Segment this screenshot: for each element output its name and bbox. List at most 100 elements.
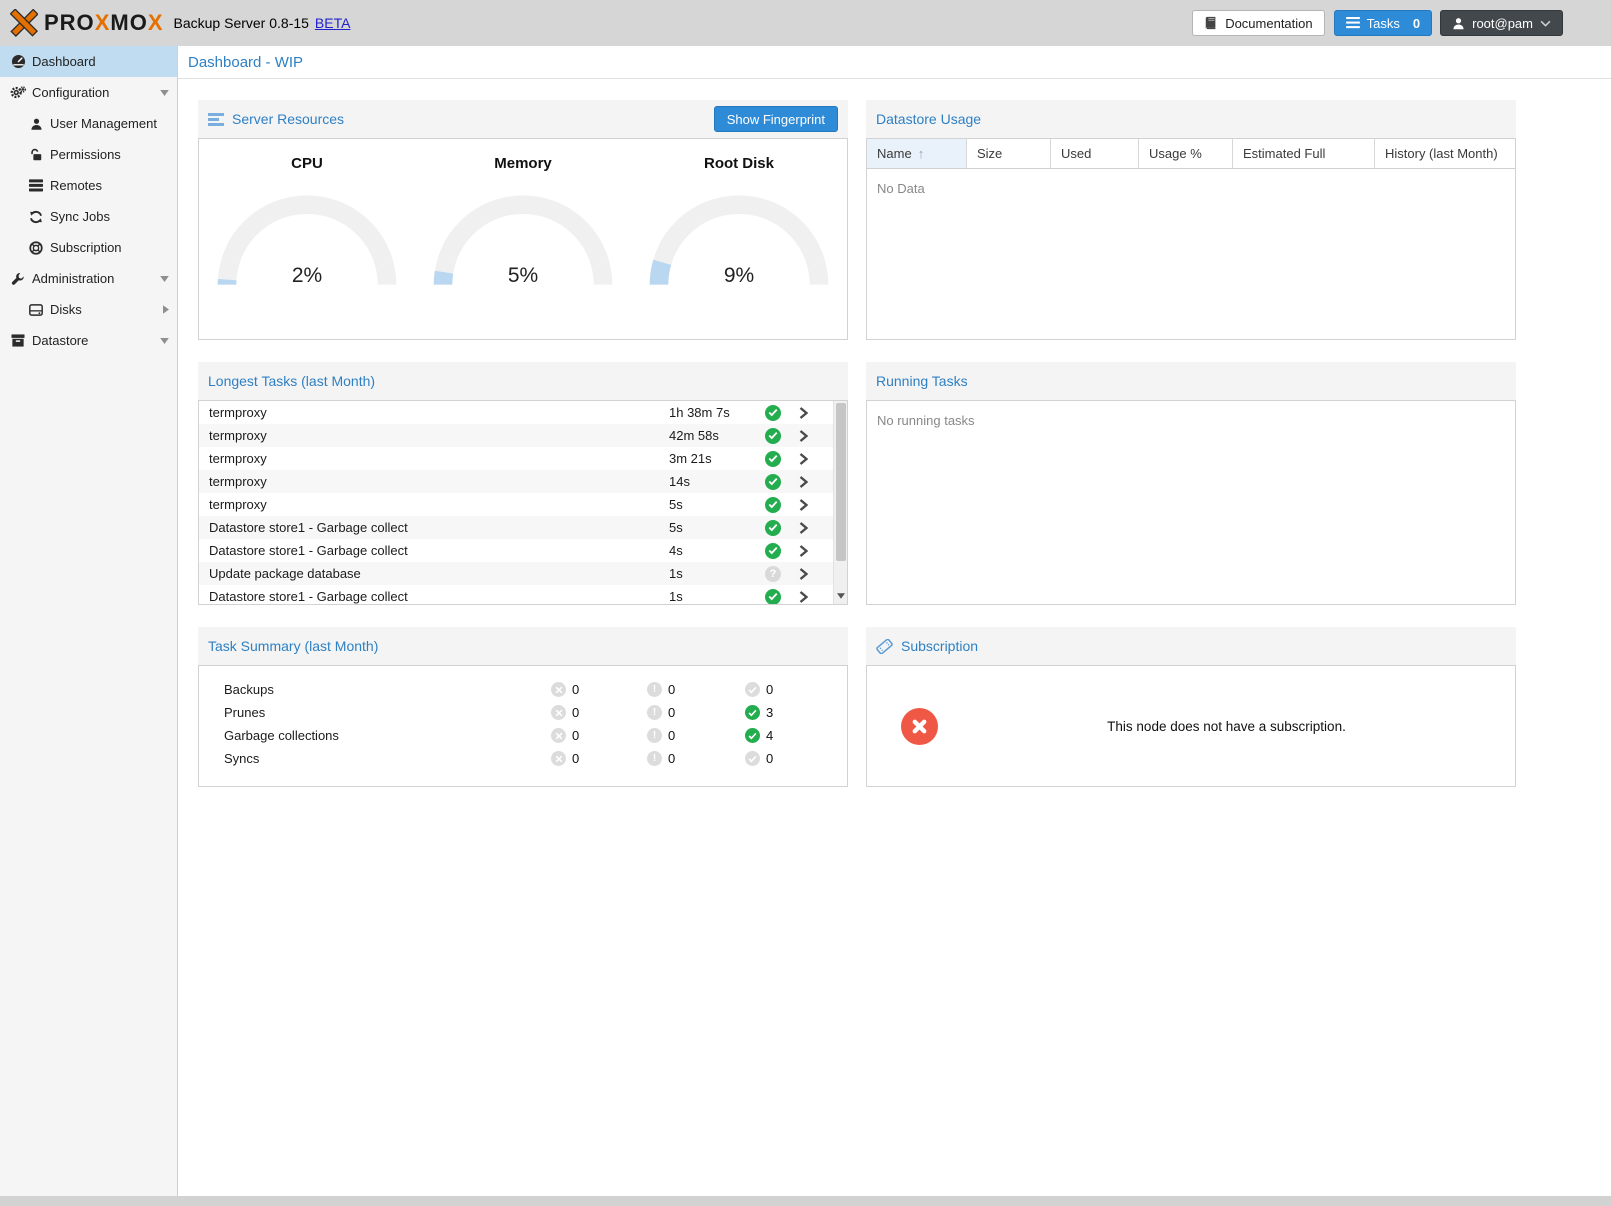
task-row: Datastore store1 - Garbage collect 4s (199, 539, 847, 562)
datastore-empty-text: No Data (867, 169, 1515, 208)
user-menu-button[interactable]: root@pam (1440, 10, 1563, 36)
main-content: Dashboard - WIP Server Resources Show Fi… (178, 46, 1611, 1196)
column-header-size[interactable]: Size (967, 139, 1051, 168)
datastore-usage-title: Datastore Usage (876, 111, 981, 127)
vertical-scrollbar[interactable] (833, 401, 847, 604)
user-label: root@pam (1472, 16, 1533, 31)
sidebar-item-subscription[interactable]: Subscription (0, 232, 177, 263)
task-row: termproxy 42m 58s (199, 424, 847, 447)
task-ok-status-icon (765, 497, 781, 513)
task-duration: 1s (669, 589, 683, 604)
server-resources-header: Server Resources Show Fingerprint (198, 100, 848, 138)
task-open-chevron-icon[interactable] (799, 453, 808, 465)
chevron-down-icon[interactable] (160, 90, 169, 96)
running-tasks-header: Running Tasks (866, 362, 1516, 400)
ok-count-icon (745, 705, 760, 720)
sidebar-item-dashboard[interactable]: Dashboard (0, 46, 177, 77)
task-ok-status-icon (765, 428, 781, 444)
task-name: termproxy (209, 451, 267, 466)
task-open-chevron-icon[interactable] (799, 430, 808, 442)
sidebar-item-label: User Management (50, 116, 157, 131)
server-resources-body: CPU 2% Memory (198, 138, 848, 340)
task-row: Datastore store1 - Garbage collect 1s (199, 585, 847, 604)
sidebar-item-label: Configuration (32, 85, 109, 100)
task-open-chevron-icon[interactable] (799, 407, 808, 419)
scrollbar-down-arrow-icon[interactable] (834, 590, 848, 602)
chevron-down-icon[interactable] (160, 338, 169, 344)
documentation-button[interactable]: Documentation (1192, 10, 1324, 36)
column-header-usage-pct[interactable]: Usage % (1139, 139, 1233, 168)
error-count-icon (551, 751, 566, 766)
task-row: termproxy 5s (199, 493, 847, 516)
sidebar-item-sync-jobs[interactable]: Sync Jobs (0, 201, 177, 232)
gears-icon (10, 85, 26, 101)
scrollbar-thumb[interactable] (836, 403, 846, 561)
subscription-body: This node does not have a subscription. (866, 665, 1516, 787)
sidebar-item-label: Permissions (50, 147, 121, 162)
task-open-chevron-icon[interactable] (799, 499, 808, 511)
warning-count: 0 (668, 705, 675, 720)
task-name: Datastore store1 - Garbage collect (209, 543, 408, 558)
warning-count-icon: ! (647, 705, 662, 720)
task-ok-status-icon (765, 451, 781, 467)
sidebar-item-label: Subscription (50, 240, 122, 255)
server-resources-title: Server Resources (208, 111, 344, 127)
chevron-right-icon (163, 305, 169, 314)
task-open-chevron-icon[interactable] (799, 476, 808, 488)
task-open-chevron-icon[interactable] (799, 522, 808, 534)
sidebar-item-label: Disks (50, 302, 82, 317)
sidebar-item-remotes[interactable]: Remotes (0, 170, 177, 201)
sidebar-item-disks[interactable]: Disks (0, 294, 177, 325)
tasks-button[interactable]: Tasks 0 (1334, 10, 1432, 36)
gauge-value: 9% (646, 264, 832, 288)
sidebar-item-configuration[interactable]: Configuration (0, 77, 177, 108)
summary-row-garbage-collections: Garbage collections 0 !0 4 (199, 724, 847, 747)
error-count-icon (551, 682, 566, 697)
task-summary-body: Backups 0 !0 0 Prunes 0 !0 3 Garbage (198, 665, 848, 787)
page-title-bar: Dashboard - WIP (178, 46, 1611, 79)
gauge-value: 5% (430, 264, 616, 288)
ok-count: 4 (766, 728, 773, 743)
proxmox-logo: PROXMOX (10, 9, 164, 37)
task-duration: 3m 21s (669, 451, 712, 466)
show-fingerprint-button[interactable]: Show Fingerprint (714, 106, 838, 132)
user-icon (1452, 17, 1465, 30)
book-icon (1204, 16, 1218, 30)
task-duration: 4s (669, 543, 683, 558)
sidebar-item-administration[interactable]: Administration (0, 263, 177, 294)
sidebar-item-permissions[interactable]: Permissions (0, 139, 177, 170)
server-resources-icon (208, 113, 224, 126)
column-header-history[interactable]: History (last Month) (1375, 139, 1515, 168)
chevron-down-icon (1540, 20, 1551, 27)
longest-tasks-title: Longest Tasks (last Month) (208, 373, 375, 389)
task-row: Update package database 1s (199, 562, 847, 585)
longest-tasks-body: termproxy 1h 38m 7s termproxy 42m 58s (198, 400, 848, 605)
hard-disk-icon (28, 302, 44, 318)
ok-count: 0 (766, 751, 773, 766)
sidebar-item-datastore[interactable]: Datastore (0, 325, 177, 356)
subscription-message: This node does not have a subscription. (938, 719, 1515, 734)
task-duration: 42m 58s (669, 428, 719, 443)
column-header-estimated-full[interactable]: Estimated Full (1233, 139, 1375, 168)
beta-link[interactable]: BETA (315, 15, 351, 31)
proxmox-x-logo-icon (10, 9, 38, 37)
task-duration: 5s (669, 520, 683, 535)
subscription-header: Subscription (866, 627, 1516, 665)
summary-row-syncs: Syncs 0 !0 0 (199, 747, 847, 770)
tasks-count-badge: 0 (1413, 16, 1420, 31)
task-open-chevron-icon[interactable] (799, 568, 808, 580)
sidebar-item-label: Dashboard (32, 54, 96, 69)
task-duration: 14s (669, 474, 690, 489)
gauge-label: Root Disk (704, 155, 774, 172)
warning-count-icon: ! (647, 728, 662, 743)
gauge-label: Memory (494, 155, 552, 172)
life-ring-icon (28, 240, 44, 256)
warning-count: 0 (668, 682, 675, 697)
column-header-name[interactable]: Name↑ (867, 139, 967, 168)
sidebar-item-user-management[interactable]: User Management (0, 108, 177, 139)
logo-wordmark: PROXMOX (44, 10, 164, 36)
chevron-down-icon[interactable] (160, 276, 169, 282)
column-header-used[interactable]: Used (1051, 139, 1139, 168)
task-open-chevron-icon[interactable] (799, 591, 808, 603)
task-open-chevron-icon[interactable] (799, 545, 808, 557)
